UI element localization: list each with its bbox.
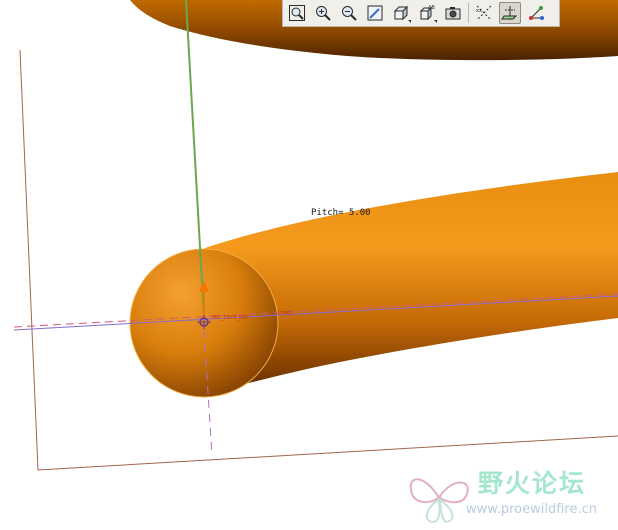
- datum-tag-dtm: DTM1: [278, 311, 293, 317]
- saved-views-button[interactable]: AB: [416, 2, 438, 24]
- forum-watermark: 野火论坛 www.proewildfire.cn: [404, 462, 614, 526]
- refit-button[interactable]: [286, 2, 308, 24]
- display-style-button[interactable]: [390, 2, 412, 24]
- svg-text:AB: AB: [428, 5, 435, 11]
- svg-text:xx: xx: [476, 8, 482, 14]
- datum-planes-button[interactable]: [499, 2, 521, 24]
- camera-icon: [445, 7, 461, 20]
- repaint-button[interactable]: [364, 2, 386, 24]
- toolbar-separator: [468, 3, 469, 23]
- watermark-url: www.proewildfire.cn: [466, 502, 597, 517]
- repaint-icon: [367, 5, 383, 21]
- watermark-title: 野火论坛: [478, 469, 587, 498]
- dropdown-arrow-icon: [408, 20, 411, 23]
- view-toolbar: AB xx: [282, 0, 560, 27]
- zoom-out-button[interactable]: [338, 2, 360, 24]
- snapshot-button[interactable]: [442, 2, 464, 24]
- 3d-viewport[interactable]: [0, 0, 618, 530]
- zoom-out-icon: [342, 6, 357, 21]
- datum-display-button[interactable]: xx: [473, 2, 495, 24]
- datum-axes-icon: [529, 6, 544, 20]
- refit-icon: [289, 5, 305, 21]
- datum-display-icon: xx: [476, 5, 492, 21]
- zoom-in-button[interactable]: [312, 2, 334, 24]
- datum-axes-button[interactable]: [525, 2, 547, 24]
- datum-planes-icon: [501, 6, 518, 20]
- zoom-in-icon: [316, 6, 331, 21]
- datum-tag-csys: PRT_CSYS_DEF: [212, 315, 249, 321]
- pitch-annotation[interactable]: Pitch= 5.00: [311, 208, 371, 218]
- dropdown-arrow-icon: [434, 20, 437, 23]
